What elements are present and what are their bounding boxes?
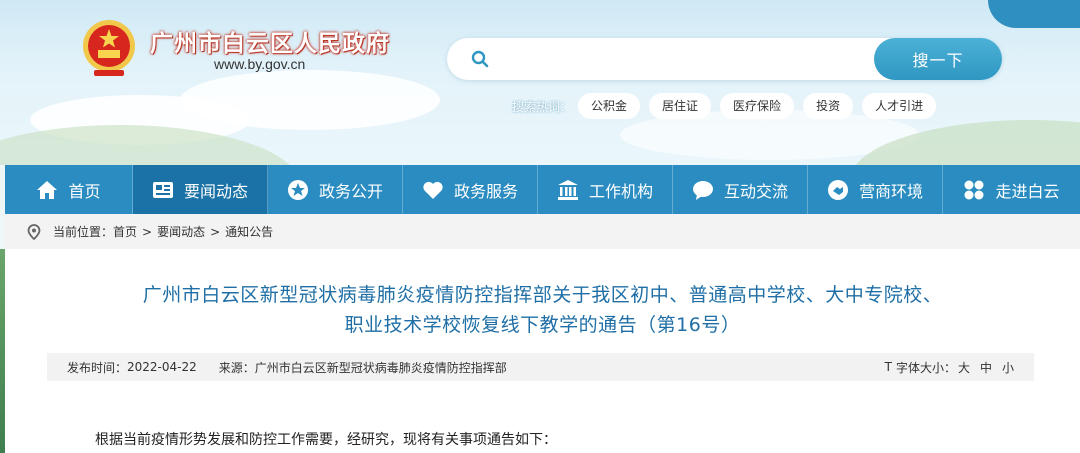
news-icon <box>152 181 173 198</box>
font-size-icon: T <box>884 360 892 374</box>
nav-item-label: 政务公开 <box>318 181 383 201</box>
breadcrumb-link-notices[interactable]: 通知公告 <box>225 223 273 240</box>
home-icon <box>37 180 58 199</box>
breadcrumb-separator: > <box>142 224 153 239</box>
publish-date: 2022-04-22 <box>127 360 197 374</box>
breadcrumb-link-news[interactable]: 要闻动态 <box>157 223 205 240</box>
source-label: 来源： <box>218 360 255 375</box>
source-value: 广州市白云区新型冠状病毒肺炎疫情防控指挥部 <box>254 360 507 375</box>
font-size-small[interactable]: 小 <box>1002 359 1014 376</box>
nav-item-label: 走进白云 <box>995 181 1060 201</box>
hot-words: 搜索热词： 公积金 居住证 医疗保险 投资 人才引进 <box>512 93 945 119</box>
font-size-medium[interactable]: 中 <box>980 359 992 376</box>
breadcrumb-link-home[interactable]: 首页 <box>113 223 137 240</box>
hot-word-tag[interactable]: 公积金 <box>578 93 641 119</box>
hot-word-tag[interactable]: 投资 <box>803 93 854 119</box>
article-meta: 发布时间： 2022-04-22 来源： 广州市白云区新型冠状病毒肺炎疫情防控指… <box>47 353 1034 381</box>
nav-item-business-env[interactable]: 营商环境 <box>808 165 943 214</box>
star-icon <box>287 179 308 200</box>
article: 广州市白云区新型冠状病毒肺炎疫情防控指挥部关于我区初中、普通高中学校、大中专院校… <box>5 249 1080 453</box>
heart-icon <box>423 181 443 199</box>
search-button[interactable]: 搜一下 <box>874 38 1002 80</box>
nav-item-label: 互动交流 <box>723 181 788 201</box>
font-size-large[interactable]: 大 <box>958 359 970 376</box>
breadcrumb-label: 当前位置： <box>53 225 114 239</box>
site-title: 广州市白云区人民政府 <box>150 31 390 57</box>
breadcrumb-separator: > <box>210 224 221 239</box>
nav-item-gov-services[interactable]: 政务服务 <box>403 165 538 214</box>
nav-item-label: 首页 <box>68 181 101 201</box>
hot-words-label: 搜索热词： <box>512 99 573 114</box>
breadcrumb: 当前位置： 首页 > 要闻动态 > 通知公告 <box>5 214 1080 249</box>
nav-item-gov-affairs-open[interactable]: 政务公开 <box>268 165 403 214</box>
chat-icon <box>692 180 713 200</box>
nav-item-label: 工作机构 <box>588 181 653 201</box>
article-title-line: 职业技术学校恢复线下教学的通告（第16号） <box>344 314 741 336</box>
main-nav: 首页 要闻动态 政务公开 政务服务 工作机构 互动交流 营商环境 走进白云 <box>5 165 1080 214</box>
nav-item-news[interactable]: 要闻动态 <box>133 165 268 214</box>
building-icon <box>557 179 578 200</box>
nav-item-about-baiyun[interactable]: 走进白云 <box>943 165 1080 214</box>
nav-item-agencies[interactable]: 工作机构 <box>538 165 673 214</box>
corner-decoration <box>988 0 1080 28</box>
font-size-control: T 字体大小： 大 中 小 <box>885 353 1014 381</box>
hot-word-tag[interactable]: 居住证 <box>649 93 712 119</box>
handshake-icon <box>827 179 848 200</box>
hill-decoration <box>0 125 300 165</box>
article-body: 根据当前疫情形势发展和防控工作需要，经研究，现将有关事项通告如下： <box>95 432 557 448</box>
article-title-line: 广州市白云区新型冠状病毒肺炎疫情防控指挥部关于我区初中、普通高中学校、大中专院校… <box>142 284 943 306</box>
nav-item-home[interactable]: 首页 <box>5 165 133 214</box>
national-emblem-icon <box>83 20 135 76</box>
hot-word-tag[interactable]: 医疗保险 <box>720 93 795 119</box>
nav-item-label: 要闻动态 <box>183 181 248 201</box>
site-header: 广州市白云区人民政府 www.by.gov.cn 搜一下 搜索热词： 公积金 居… <box>0 0 1080 165</box>
nav-item-label: 政务服务 <box>453 181 518 201</box>
article-title: 广州市白云区新型冠状病毒肺炎疫情防控指挥部关于我区初中、普通高中学校、大中专院校… <box>5 280 1080 340</box>
nav-item-interaction[interactable]: 互动交流 <box>673 165 808 214</box>
grid-icon <box>964 180 984 199</box>
font-size-label: 字体大小： <box>895 360 956 375</box>
search-input[interactable] <box>499 44 909 74</box>
nav-item-label: 营商环境 <box>858 181 923 201</box>
search-box: 搜一下 <box>447 38 1002 80</box>
site-url: www.by.gov.cn <box>214 56 306 72</box>
location-pin-icon <box>27 223 41 240</box>
search-icon <box>471 50 489 68</box>
publish-label: 发布时间： <box>67 360 128 375</box>
hot-word-tag[interactable]: 人才引进 <box>862 93 937 119</box>
